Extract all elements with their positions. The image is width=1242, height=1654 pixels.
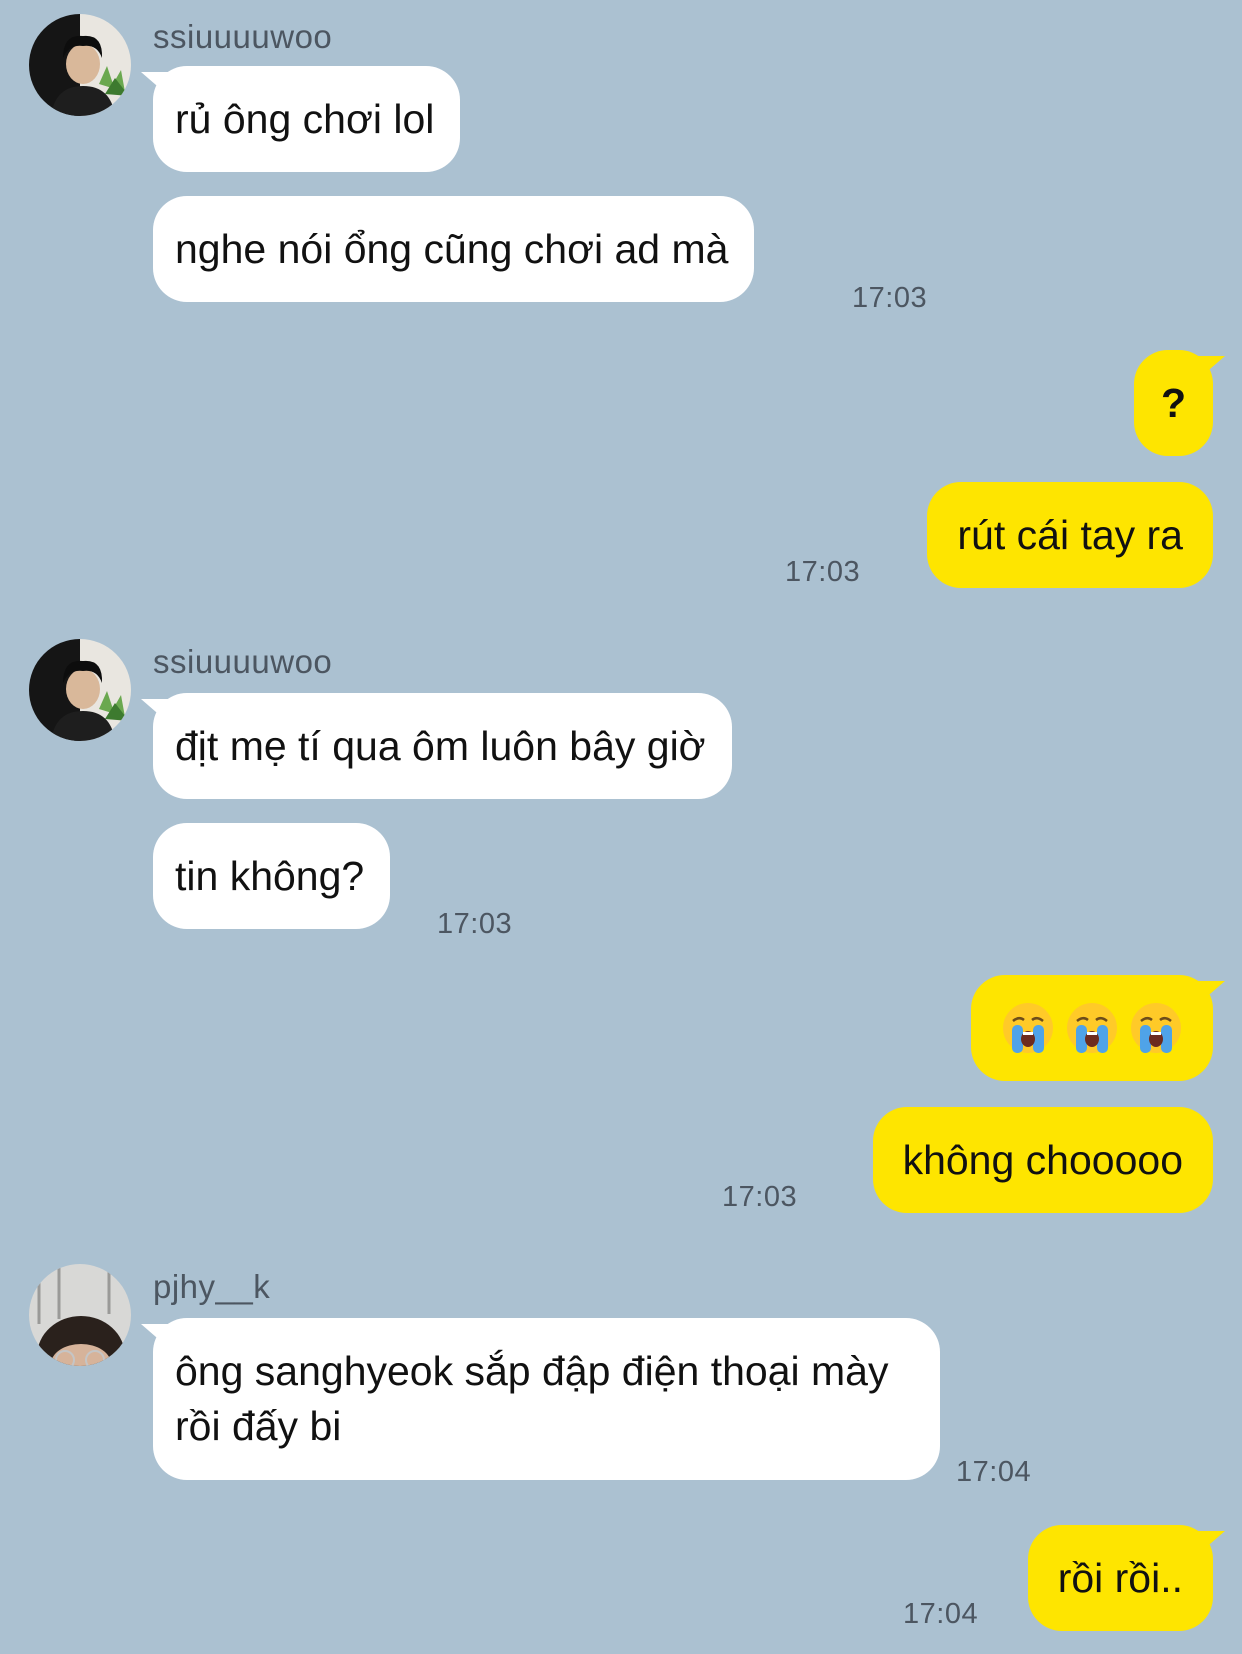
message-timestamp: 17:04 — [956, 1456, 1032, 1488]
message-text: rồi rồi.. — [1057, 1555, 1183, 1601]
message-bubble[interactable]: ông sanghyeok sắp đập điện thoại mày rồi… — [153, 1318, 940, 1480]
message-bubble[interactable]: rút cái tay ra — [927, 482, 1213, 588]
message-bubble[interactable]: nghe nói ổng cũng chơi ad mà — [153, 196, 755, 302]
message-text: địt mẹ tí qua ôm luôn bây giờ — [175, 723, 706, 769]
message-bubble[interactable] — [971, 975, 1213, 1081]
message-text: ông sanghyeok sắp đập điện thoại mày rồi… — [175, 1348, 889, 1449]
message-text: rút cái tay ra — [957, 512, 1183, 558]
message-timestamp: 17:03 — [785, 556, 861, 588]
message-bubble[interactable]: rồi rồi.. — [1027, 1525, 1213, 1631]
message-text: nghe nói ổng cũng chơi ad mà — [175, 226, 729, 272]
profile-photo-icon — [29, 14, 131, 116]
sender-name: ssiuuuuwoo — [153, 18, 333, 55]
message-text: ? — [1160, 380, 1186, 426]
sender-name: ssiuuuuwoo — [153, 643, 333, 680]
sender-name: pjhy__k — [153, 1268, 271, 1305]
avatar-ssiuuuuwoo[interactable] — [29, 639, 131, 741]
message-timestamp: 17:04 — [903, 1598, 979, 1630]
profile-photo-icon — [29, 639, 131, 741]
crying-face-icon — [1003, 1003, 1053, 1053]
message-timestamp: 17:03 — [852, 282, 928, 314]
profile-photo-icon — [29, 1264, 131, 1366]
crying-face-icon — [1131, 1003, 1181, 1053]
message-text: không chooooo — [902, 1137, 1183, 1183]
message-timestamp: 17:03 — [722, 1181, 798, 1213]
message-timestamp: 17:03 — [437, 908, 513, 940]
crying-face-icon — [1067, 1003, 1117, 1053]
message-bubble[interactable]: tin không? — [153, 823, 391, 929]
message-bubble[interactable]: ? — [1133, 350, 1213, 456]
message-bubble[interactable]: rủ ông chơi lol — [153, 66, 461, 172]
message-bubble[interactable]: không chooooo — [872, 1107, 1213, 1213]
message-text: rủ ông chơi lol — [175, 96, 435, 142]
message-bubble[interactable]: địt mẹ tí qua ôm luôn bây giờ — [153, 693, 732, 799]
emoji-row — [1001, 1001, 1183, 1055]
message-text: tin không? — [175, 853, 365, 899]
avatar-pjhy__k[interactable] — [29, 1264, 131, 1366]
avatar-ssiuuuuwoo[interactable] — [29, 14, 131, 116]
